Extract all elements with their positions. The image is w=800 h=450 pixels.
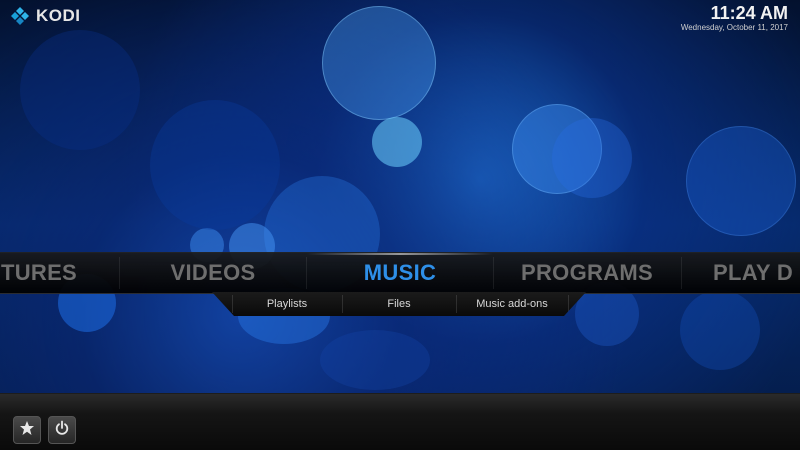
music-submenu: Playlists Files Music add-ons bbox=[212, 292, 586, 316]
kodi-logo-icon bbox=[10, 6, 30, 26]
clock: 11:24 AM Wednesday, October 11, 2017 bbox=[681, 3, 788, 32]
menu-item-videos[interactable]: VIDEOS bbox=[120, 253, 306, 293]
main-menu: TURES VIDEOS MUSIC PROGRAMS PLAY D bbox=[0, 252, 800, 294]
clock-time: 11:24 AM bbox=[710, 3, 788, 23]
favourites-button[interactable] bbox=[13, 416, 41, 444]
menu-item-programs[interactable]: PROGRAMS bbox=[494, 253, 680, 293]
app-name: KODI bbox=[36, 6, 81, 25]
clock-date: Wednesday, October 11, 2017 bbox=[680, 23, 788, 32]
bottom-bar bbox=[0, 393, 800, 450]
menu-item-music[interactable]: MUSIC bbox=[307, 253, 493, 293]
kodi-logo[interactable]: KODI bbox=[10, 6, 81, 26]
menu-item-pictures[interactable]: TURES bbox=[0, 253, 118, 293]
power-icon bbox=[54, 420, 70, 440]
submenu-divider bbox=[568, 295, 569, 313]
submenu-item-files[interactable]: Files bbox=[342, 292, 456, 316]
star-icon bbox=[19, 420, 35, 440]
submenu-item-music-addons[interactable]: Music add-ons bbox=[456, 292, 568, 316]
power-button[interactable] bbox=[48, 416, 76, 444]
submenu-item-playlists[interactable]: Playlists bbox=[232, 292, 342, 316]
menu-item-play-disc[interactable]: PLAY D bbox=[682, 253, 800, 293]
background-bokeh bbox=[0, 0, 800, 449]
